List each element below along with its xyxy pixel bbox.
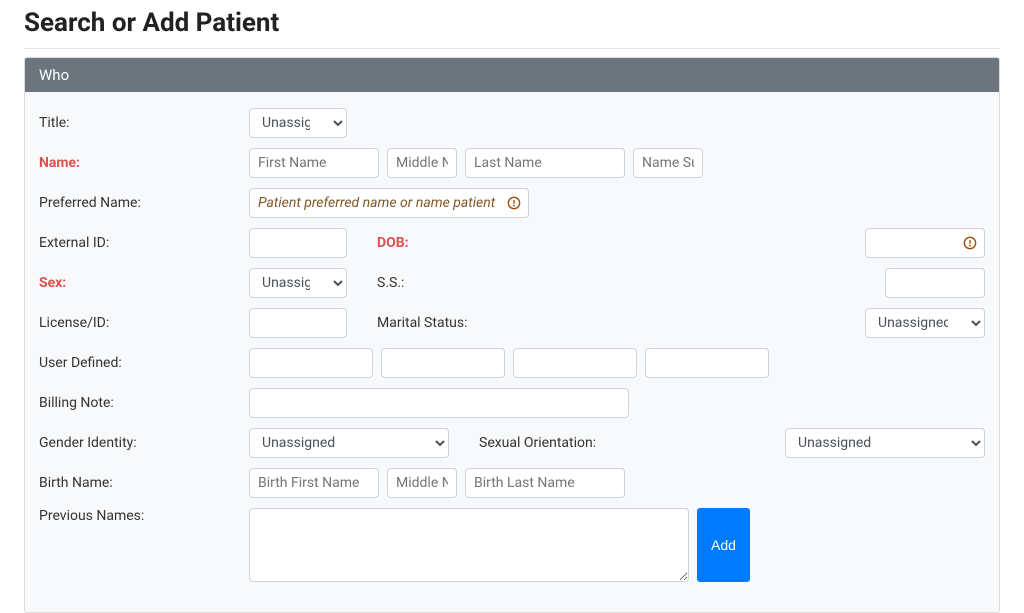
preferred-name-input[interactable] bbox=[249, 188, 529, 218]
label-title: Title: bbox=[39, 115, 249, 131]
last-name-input[interactable] bbox=[465, 148, 625, 178]
sexual-orientation-select[interactable]: Unassigned bbox=[785, 428, 985, 458]
previous-names-textarea[interactable] bbox=[249, 508, 689, 582]
marital-status-select[interactable]: Unassigned bbox=[865, 308, 985, 338]
label-marital-status: Marital Status: bbox=[347, 315, 527, 331]
birth-middle-name-input[interactable] bbox=[387, 468, 457, 498]
label-external-id: External ID: bbox=[39, 235, 249, 251]
panel-body: Title: Unassigned Name: Preferred Name: bbox=[25, 92, 999, 612]
label-name: Name: bbox=[39, 155, 249, 171]
birth-last-name-input[interactable] bbox=[465, 468, 625, 498]
ss-input[interactable] bbox=[885, 268, 985, 298]
middle-name-input[interactable] bbox=[387, 148, 457, 178]
label-dob: DOB: bbox=[347, 235, 527, 251]
title-select[interactable]: Unassigned bbox=[249, 108, 347, 138]
label-sexual-orientation: Sexual Orientation: bbox=[479, 435, 659, 451]
name-suffix-input[interactable] bbox=[633, 148, 703, 178]
divider bbox=[24, 48, 1000, 49]
panel-header: Who bbox=[25, 58, 999, 92]
user-defined-1-input[interactable] bbox=[249, 348, 373, 378]
billing-note-input[interactable] bbox=[249, 388, 629, 418]
label-user-defined: User Defined: bbox=[39, 355, 249, 371]
birth-first-name-input[interactable] bbox=[249, 468, 379, 498]
who-panel: Who Title: Unassigned Name: Preferred Na… bbox=[24, 57, 1000, 613]
sex-select[interactable]: Unassigned bbox=[249, 268, 347, 298]
user-defined-3-input[interactable] bbox=[513, 348, 637, 378]
add-button[interactable]: Add bbox=[697, 508, 750, 582]
user-defined-4-input[interactable] bbox=[645, 348, 769, 378]
label-sex: Sex: bbox=[39, 275, 249, 291]
license-id-input[interactable] bbox=[249, 308, 347, 338]
gender-identity-select[interactable]: Unassigned bbox=[249, 428, 449, 458]
user-defined-2-input[interactable] bbox=[381, 348, 505, 378]
external-id-input[interactable] bbox=[249, 228, 347, 258]
first-name-input[interactable] bbox=[249, 148, 379, 178]
label-birth-name: Birth Name: bbox=[39, 475, 249, 491]
page-title: Search or Add Patient bbox=[24, 8, 1000, 38]
label-preferred-name: Preferred Name: bbox=[39, 195, 249, 211]
label-license-id: License/ID: bbox=[39, 315, 249, 331]
label-billing-note: Billing Note: bbox=[39, 395, 249, 411]
dob-input[interactable] bbox=[865, 228, 985, 258]
label-ss: S.S.: bbox=[347, 275, 527, 291]
label-gender-identity: Gender Identity: bbox=[39, 435, 249, 451]
label-previous-names: Previous Names: bbox=[39, 508, 249, 524]
